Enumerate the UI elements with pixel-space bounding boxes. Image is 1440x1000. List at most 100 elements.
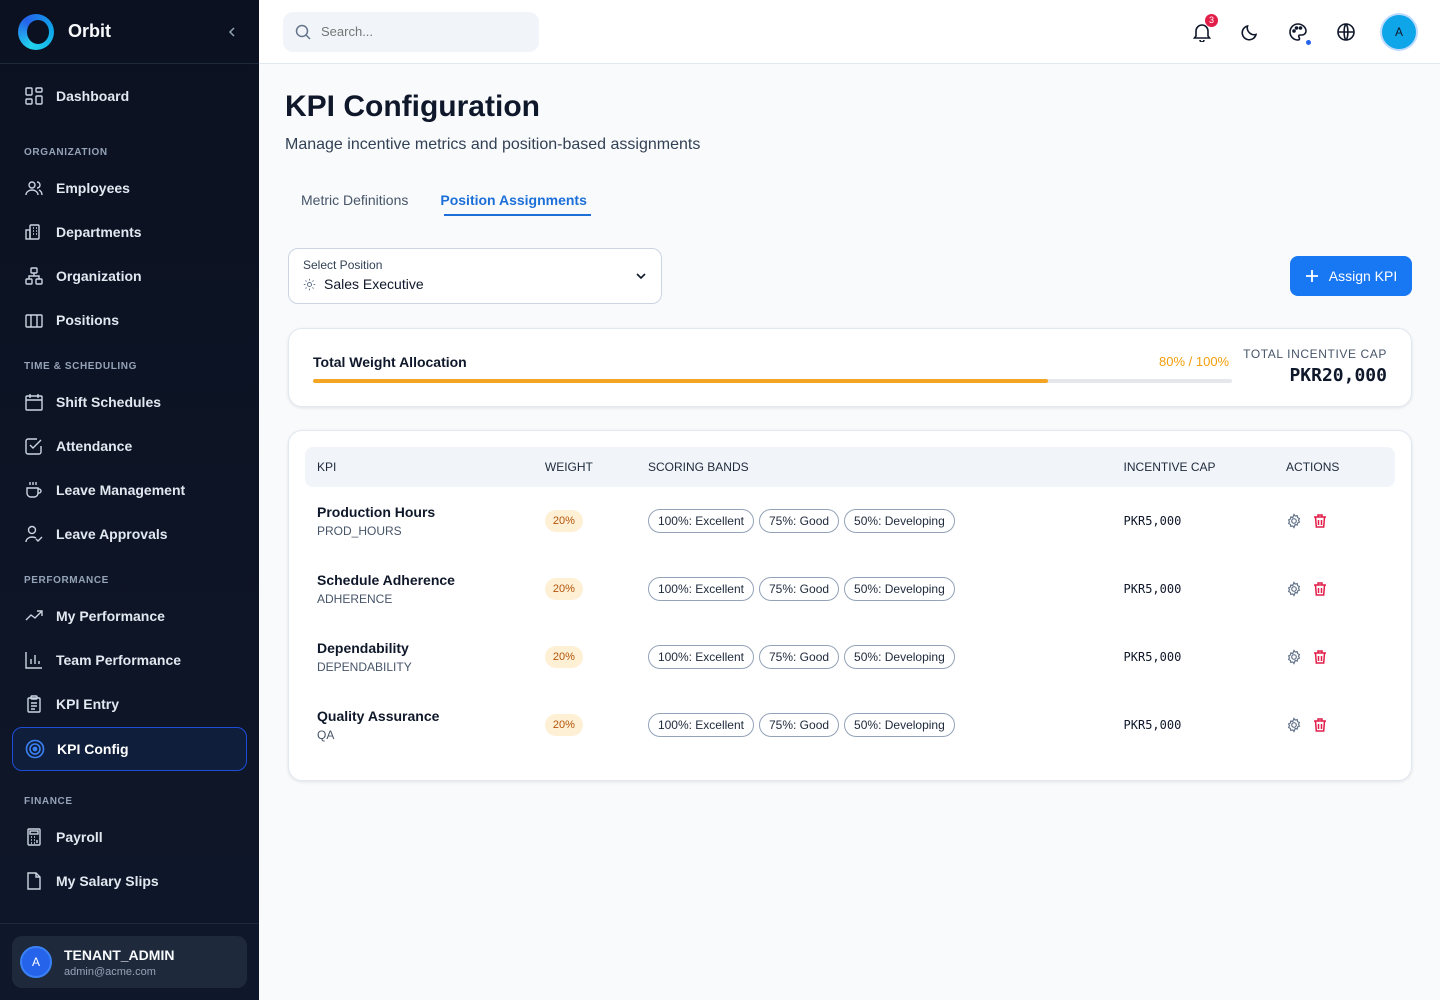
kpi-name: Schedule Adherence — [317, 572, 455, 588]
search-input[interactable] — [321, 24, 521, 39]
palette-indicator-dot — [1305, 38, 1312, 46]
sidebar-item-positions[interactable]: Positions — [12, 298, 247, 342]
sidebar-item-label: My Performance — [56, 608, 165, 624]
sidebar-item-label: Leave Approvals — [56, 526, 168, 542]
coffee-icon — [24, 480, 44, 500]
top-actions: 3 A — [1190, 13, 1416, 49]
header-scoring-bands: SCORING BANDS — [647, 460, 749, 474]
palette-icon — [1289, 22, 1307, 41]
theme-toggle-button[interactable] — [1238, 20, 1262, 44]
scoring-band: 100%: Excellent — [647, 713, 754, 737]
scoring-band: 75%: Good — [759, 509, 840, 533]
weight-allocation-card: Total Weight Allocation 80% / 100% TOTAL… — [288, 328, 1412, 407]
sidebar-item-label: Dashboard — [56, 88, 130, 104]
trash-icon[interactable] — [1312, 649, 1328, 665]
incentive-cap: PKR5,000 — [1123, 718, 1182, 732]
grid-icon — [24, 86, 44, 106]
orbit-logo-icon — [18, 13, 54, 50]
sidebar-item-team-performance[interactable]: Team Performance — [12, 638, 247, 682]
weight-badge: 20% — [544, 578, 583, 600]
scoring-band: 50%: Developing — [844, 509, 955, 533]
scoring-band: 100%: Excellent — [647, 577, 754, 601]
allocation-title: Total Weight Allocation — [313, 354, 467, 370]
incentive-cap: PKR5,000 — [1123, 514, 1182, 528]
allocation-progress-bar — [313, 379, 1232, 383]
trash-icon[interactable] — [1312, 717, 1328, 733]
sidebar-item-label: Payroll — [56, 829, 103, 845]
scoring-band: 100%: Excellent — [647, 645, 754, 669]
trash-icon[interactable] — [1312, 581, 1328, 597]
calculator-icon — [24, 827, 44, 847]
sidebar-nav: Dashboard ORGANIZATION Employees Departm… — [0, 64, 259, 903]
sidebar-item-label: KPI Config — [57, 741, 129, 757]
settings-icon[interactable] — [1286, 581, 1302, 597]
sidebar-item-leave-management[interactable]: Leave Management — [12, 468, 247, 512]
kpi-code: ADHERENCE — [317, 592, 393, 606]
position-select[interactable]: Select Position Sales Executive — [288, 248, 662, 304]
section-label-finance: FINANCE — [24, 795, 73, 807]
sidebar-item-employees[interactable]: Employees — [12, 166, 247, 210]
network-icon — [24, 266, 44, 286]
palette-button[interactable] — [1286, 20, 1312, 46]
sidebar-item-kpi-config[interactable]: KPI Config — [12, 727, 247, 771]
scoring-band: 75%: Good — [759, 645, 840, 669]
sidebar-item-label: Shift Schedules — [56, 394, 162, 410]
chevron-left-icon — [228, 26, 235, 37]
sidebar-item-label: Organization — [56, 268, 142, 284]
tab-position-assignments[interactable]: Position Assignments — [424, 188, 603, 216]
sidebar-item-label: Employees — [56, 180, 130, 196]
sidebar-item-payroll[interactable]: Payroll — [12, 815, 247, 859]
sidebar-item-attendance[interactable]: Attendance — [12, 424, 247, 468]
bar-chart-icon — [24, 650, 44, 670]
briefcase-icon — [24, 310, 44, 330]
main-content: KPI Configuration Manage incentive metri… — [259, 64, 1440, 1000]
total-cap-label: TOTAL INCENTIVE CAP — [1243, 347, 1387, 361]
user-card[interactable]: A TENANT_ADMIN admin@acme.com — [12, 936, 247, 988]
kpi-table-card: KPI WEIGHT SCORING BANDS INCENTIVE CAP A… — [288, 430, 1412, 781]
kpi-name: Production Hours — [317, 504, 436, 520]
position-select-value: Sales Executive — [324, 276, 424, 292]
weight-badge: 20% — [544, 646, 583, 668]
table-header: KPI WEIGHT SCORING BANDS INCENTIVE CAP A… — [305, 447, 1395, 487]
plus-icon — [1305, 270, 1318, 282]
settings-icon[interactable] — [1286, 513, 1302, 529]
search-icon — [295, 24, 311, 40]
scoring-band: 50%: Developing — [844, 577, 955, 601]
header-kpi: KPI — [317, 460, 337, 474]
chevron-down-icon — [635, 269, 647, 287]
sidebar-item-shift-schedules[interactable]: Shift Schedules — [12, 380, 247, 424]
sidebar-item-my-salary-slips[interactable]: My Salary Slips — [12, 859, 247, 903]
tabs: Metric Definitions Position Assignments — [285, 188, 603, 216]
assign-kpi-button[interactable]: Assign KPI — [1290, 256, 1412, 296]
sidebar-item-dashboard[interactable]: Dashboard — [12, 74, 247, 118]
sidebar-item-departments[interactable]: Departments — [12, 210, 247, 254]
check-square-icon — [24, 436, 44, 456]
app-name: Orbit — [68, 21, 111, 41]
sidebar-item-label: Leave Management — [56, 482, 186, 498]
page-subtitle: Manage incentive metrics and position-ba… — [285, 136, 701, 153]
brand: Orbit — [0, 0, 259, 64]
collapse-sidebar-button[interactable] — [223, 23, 241, 41]
tab-metric-definitions[interactable]: Metric Definitions — [285, 188, 424, 216]
section-label-organization: ORGANIZATION — [24, 146, 108, 158]
kpi-code: DEPENDABILITY — [317, 660, 412, 674]
sidebar-item-organization[interactable]: Organization — [12, 254, 247, 298]
sidebar-item-label: Team Performance — [56, 652, 182, 668]
language-button[interactable] — [1334, 20, 1358, 44]
notifications-button[interactable]: 3 — [1190, 13, 1218, 44]
settings-icon[interactable] — [1286, 717, 1302, 733]
user-role: TENANT_ADMIN — [64, 946, 175, 963]
sidebar-item-label: My Salary Slips — [56, 873, 159, 889]
settings-icon[interactable] — [1286, 649, 1302, 665]
building-icon — [24, 222, 44, 242]
trash-icon[interactable] — [1312, 513, 1328, 529]
sidebar-item-leave-approvals[interactable]: Leave Approvals — [12, 512, 247, 556]
sidebar-item-label: KPI Entry — [56, 696, 120, 712]
sidebar-item-kpi-entry[interactable]: KPI Entry — [12, 682, 247, 726]
sidebar-item-my-performance[interactable]: My Performance — [12, 594, 247, 638]
search-box[interactable] — [283, 11, 539, 52]
user-avatar-button[interactable]: A — [1382, 14, 1416, 49]
kpi-name: Quality Assurance — [317, 708, 440, 724]
page-title: KPI Configuration — [285, 90, 540, 123]
scoring-band: 50%: Developing — [844, 645, 955, 669]
